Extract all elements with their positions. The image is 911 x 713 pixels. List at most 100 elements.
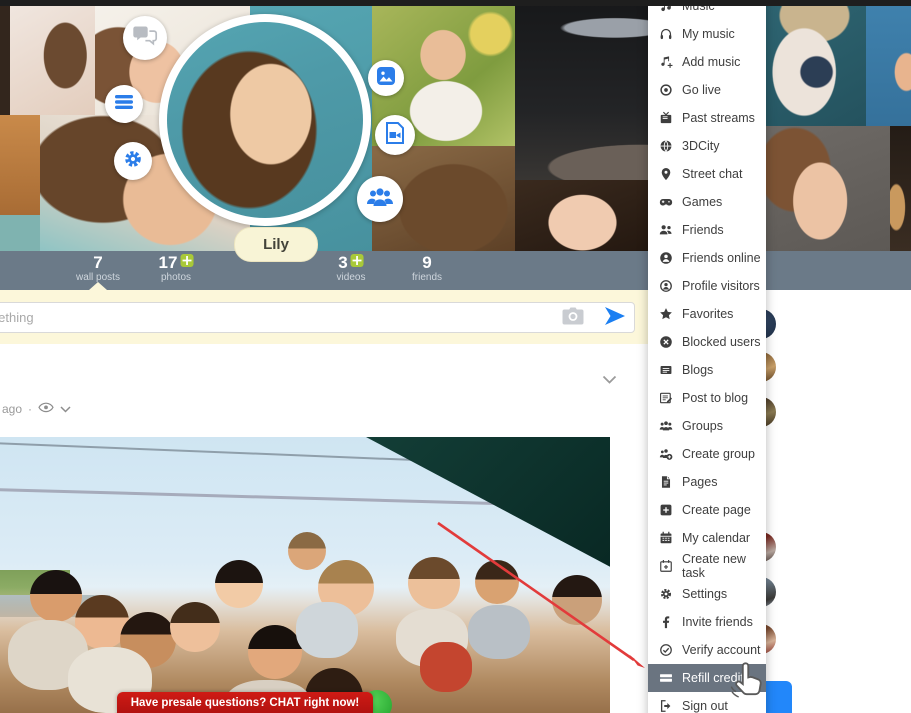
add-music-icon bbox=[658, 55, 673, 70]
menu-item-my-music[interactable]: My music bbox=[648, 20, 766, 48]
menu-item-sign-out[interactable]: Sign out bbox=[648, 692, 766, 713]
menu-item-3dcity[interactable]: 3DCity bbox=[648, 132, 766, 160]
menu-item-create-group[interactable]: Create group bbox=[648, 440, 766, 468]
add-photo-button[interactable] bbox=[368, 60, 404, 96]
menu-item-favorites[interactable]: Favorites bbox=[648, 300, 766, 328]
menu-item-invite-friends[interactable]: Invite friends bbox=[648, 608, 766, 636]
blog-icon bbox=[658, 363, 673, 378]
cover-tile bbox=[0, 215, 40, 251]
add-photo-icon bbox=[375, 65, 397, 92]
stat-photos[interactable]: 17 photos bbox=[159, 254, 194, 283]
menu-item-past-streams[interactable]: Past streams bbox=[648, 104, 766, 132]
cover-tile bbox=[890, 126, 911, 251]
stat-label: videos bbox=[337, 272, 366, 283]
menu-item-label: Verify account bbox=[682, 643, 761, 657]
cover-tile bbox=[866, 6, 911, 126]
menu-item-games[interactable]: Games bbox=[648, 188, 766, 216]
menu-item-friends[interactable]: Friends bbox=[648, 216, 766, 244]
groups-icon bbox=[658, 419, 673, 434]
menu-item-label: Create new task bbox=[682, 552, 766, 580]
profile-avatar[interactable] bbox=[159, 14, 371, 226]
hamburger-menu-icon bbox=[114, 94, 134, 115]
cover-tile bbox=[0, 115, 40, 221]
profile-settings-button[interactable] bbox=[114, 142, 152, 180]
send-post-button[interactable] bbox=[601, 303, 629, 331]
post-input[interactable] bbox=[0, 302, 635, 333]
add-video-button[interactable] bbox=[375, 115, 415, 155]
menu-item-blogs[interactable]: Blogs bbox=[648, 356, 766, 384]
cover-tile bbox=[0, 6, 10, 116]
menu-item-label: Friends online bbox=[682, 251, 761, 265]
photo-detail bbox=[468, 605, 530, 659]
crowd-person bbox=[248, 625, 302, 679]
account-dropdown-menu: Music My music Add music Go live Past st… bbox=[648, 0, 766, 713]
menu-item-create-new-task[interactable]: Create new task bbox=[648, 552, 766, 580]
crowd-person bbox=[552, 575, 602, 625]
map-pin-icon bbox=[658, 167, 673, 182]
stat-friends[interactable]: 9 friends bbox=[412, 254, 442, 283]
menu-item-label: Post to blog bbox=[682, 391, 748, 405]
menu-item-label: Invite friends bbox=[682, 615, 753, 629]
send-icon bbox=[602, 317, 628, 332]
sign-out-icon bbox=[658, 699, 673, 713]
gear-icon bbox=[122, 148, 144, 175]
stat-wall-posts[interactable]: 7 wall posts bbox=[76, 254, 120, 283]
facebook-f-icon bbox=[658, 615, 673, 630]
presale-chat-banner[interactable]: Have presale questions? CHAT right now! bbox=[117, 692, 373, 713]
menu-item-friends-online[interactable]: Friends online bbox=[648, 244, 766, 272]
friends-group-button[interactable] bbox=[357, 176, 403, 222]
menu-item-verify-account[interactable]: Verify account bbox=[648, 636, 766, 664]
menu-item-post-to-blog[interactable]: Post to blog bbox=[648, 384, 766, 412]
stat-value: 9 bbox=[422, 254, 431, 271]
crowd-person bbox=[30, 570, 82, 622]
menu-item-label: Past streams bbox=[682, 111, 755, 125]
hamburger-menu-button[interactable] bbox=[105, 85, 143, 123]
add-badge-icon[interactable] bbox=[351, 254, 364, 267]
add-video-icon bbox=[384, 121, 406, 150]
cover-tile bbox=[515, 180, 650, 251]
messages-button[interactable] bbox=[123, 16, 167, 60]
credit-card-icon bbox=[658, 671, 673, 686]
menu-item-label: Games bbox=[682, 195, 722, 209]
menu-item-groups[interactable]: Groups bbox=[648, 412, 766, 440]
verify-check-icon bbox=[658, 643, 673, 658]
menu-item-refill-credits[interactable]: Refill credits bbox=[648, 664, 766, 692]
menu-item-street-chat[interactable]: Street chat bbox=[648, 160, 766, 188]
add-badge-icon[interactable] bbox=[180, 254, 193, 267]
calendar-icon bbox=[658, 531, 673, 546]
page-icon bbox=[658, 475, 673, 490]
stat-value: 17 bbox=[159, 254, 178, 271]
crowd-person bbox=[288, 532, 326, 570]
privacy-eye-icon[interactable] bbox=[38, 402, 54, 416]
menu-item-label: Street chat bbox=[682, 167, 742, 181]
menu-item-blocked-users[interactable]: Blocked users bbox=[648, 328, 766, 356]
stat-videos[interactable]: 3 videos bbox=[337, 254, 366, 283]
menu-item-pages[interactable]: Pages bbox=[648, 468, 766, 496]
profile-name-badge: Lily bbox=[234, 227, 318, 262]
menu-item-label: Friends bbox=[682, 223, 724, 237]
visitor-circle-icon bbox=[658, 279, 673, 294]
privacy-chevron-icon[interactable] bbox=[60, 402, 71, 416]
menu-item-label: Go live bbox=[682, 83, 721, 97]
menu-item-settings[interactable]: Settings bbox=[648, 580, 766, 608]
menu-item-label: Refill credits bbox=[682, 671, 750, 685]
go-live-icon bbox=[658, 83, 673, 98]
post-photo[interactable] bbox=[0, 437, 610, 713]
new-task-icon bbox=[658, 559, 673, 574]
headphones-icon bbox=[658, 27, 673, 42]
menu-item-profile-visitors[interactable]: Profile visitors bbox=[648, 272, 766, 300]
crowd-person bbox=[408, 557, 460, 609]
menu-item-label: My calendar bbox=[682, 531, 750, 545]
avatar-photo bbox=[167, 22, 363, 218]
chat-bubbles-icon bbox=[132, 25, 158, 52]
stat-label: friends bbox=[412, 272, 442, 283]
menu-item-add-music[interactable]: Add music bbox=[648, 48, 766, 76]
menu-item-go-live[interactable]: Go live bbox=[648, 76, 766, 104]
menu-item-label: My music bbox=[682, 27, 735, 41]
post-collapse-chevron[interactable] bbox=[602, 371, 617, 389]
attach-photo-button[interactable] bbox=[560, 306, 586, 328]
menu-item-label: Pages bbox=[682, 475, 717, 489]
menu-item-my-calendar[interactable]: My calendar bbox=[648, 524, 766, 552]
person-circle-icon bbox=[658, 251, 673, 266]
menu-item-create-page[interactable]: Create page bbox=[648, 496, 766, 524]
